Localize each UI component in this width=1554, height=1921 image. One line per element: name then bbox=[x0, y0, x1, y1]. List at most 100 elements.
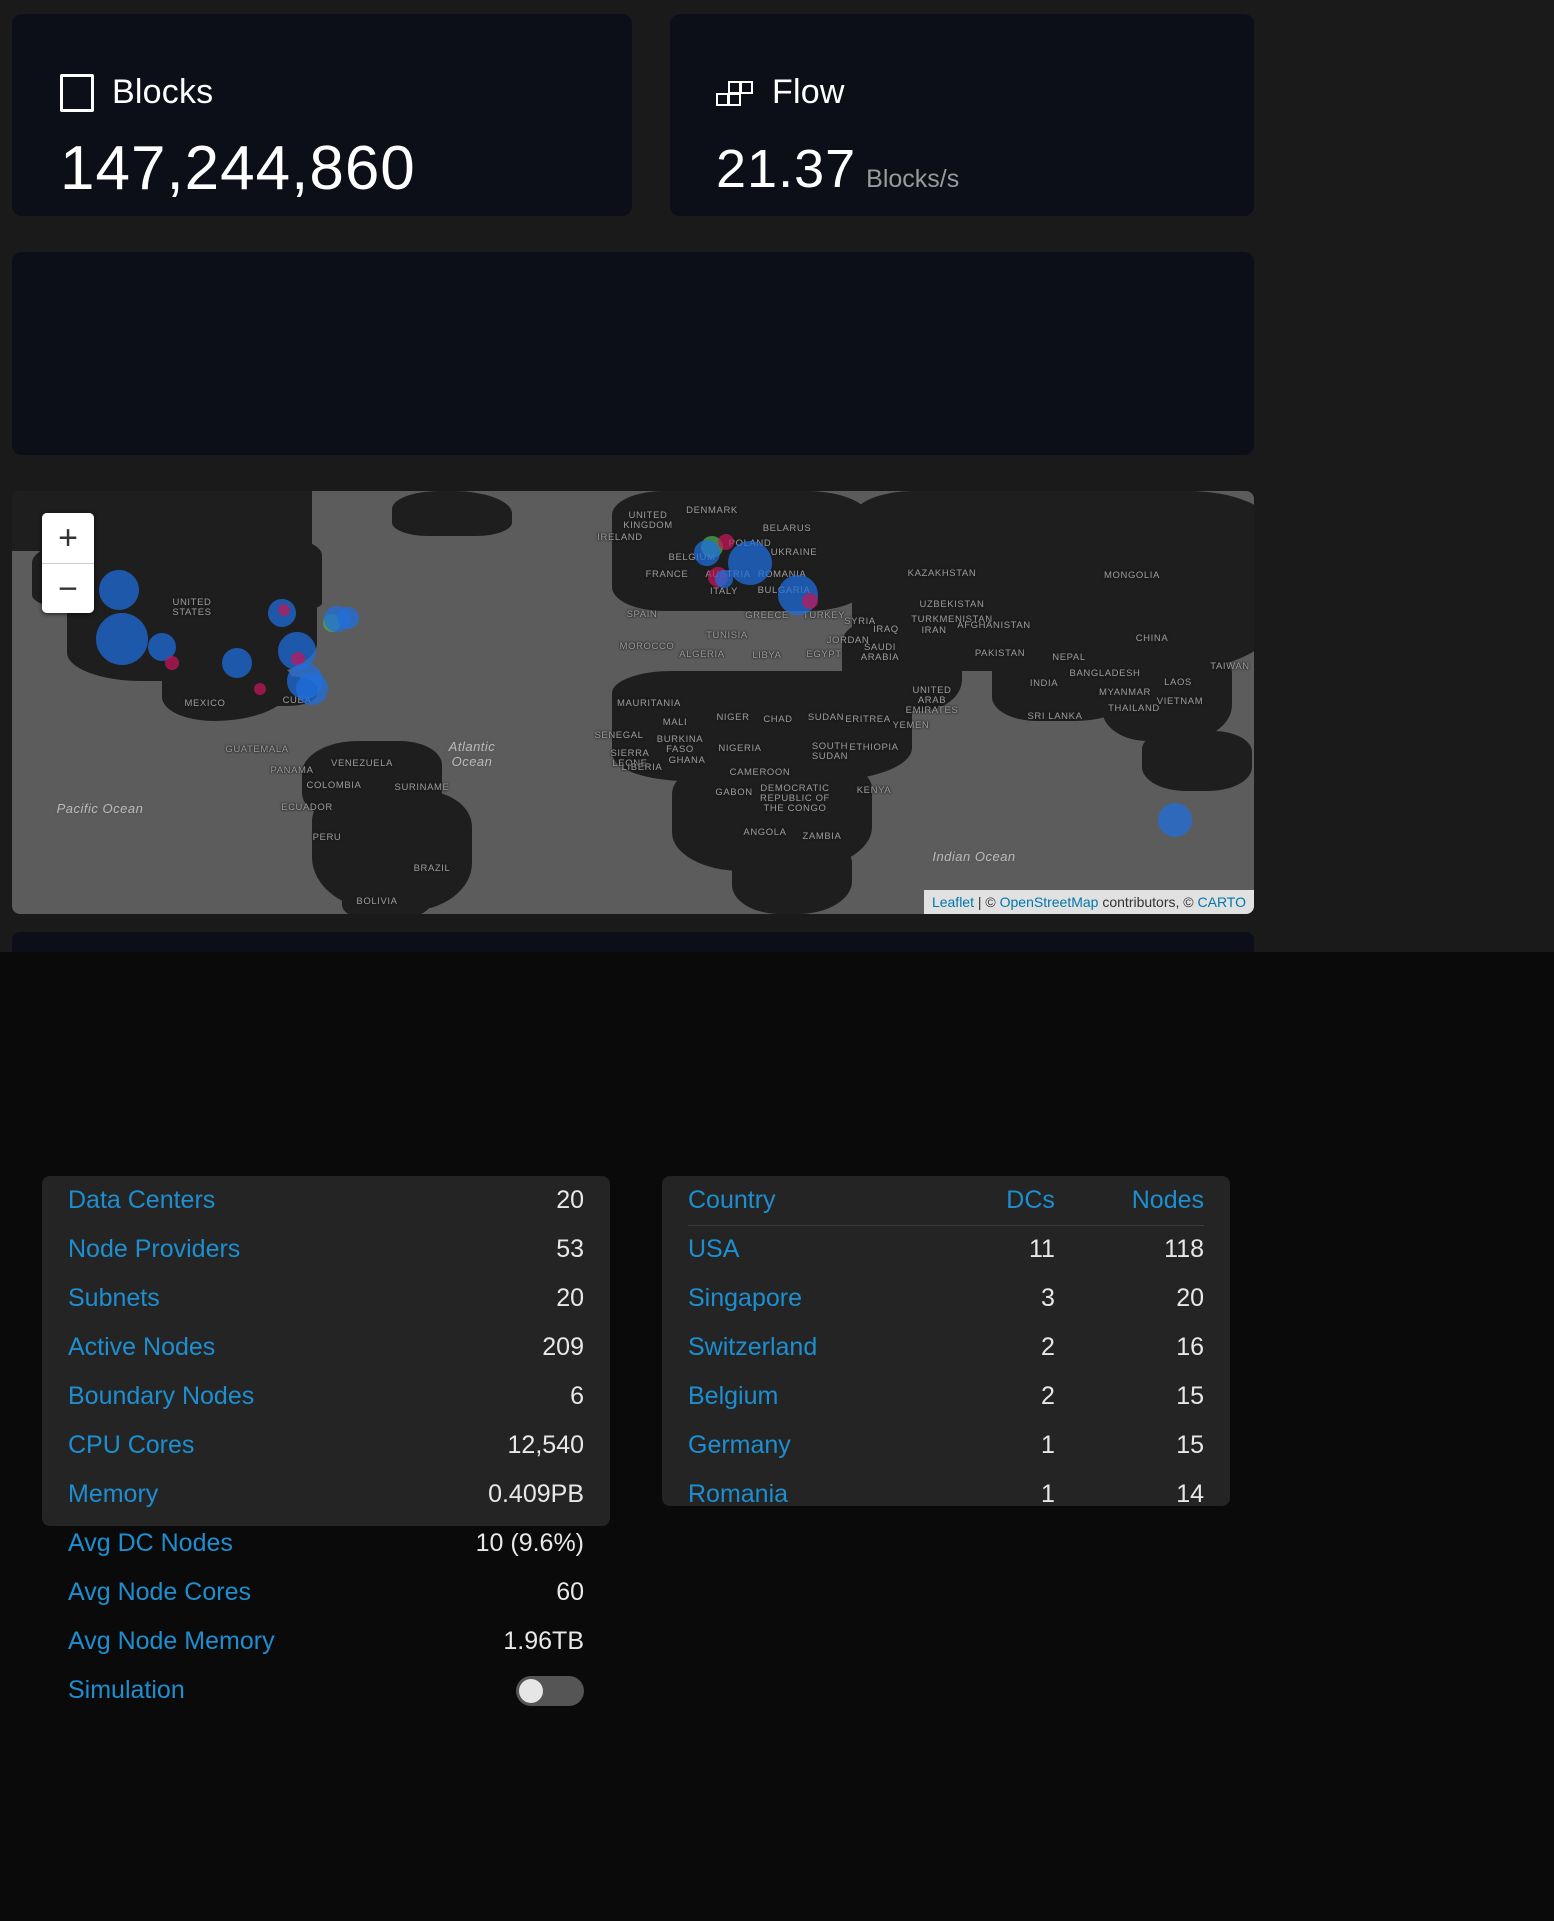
stat-label[interactable]: Memory bbox=[68, 1480, 158, 1509]
map-country-label: UZBEKISTAN bbox=[919, 599, 985, 610]
country-nodes-cell: 15 bbox=[1176, 1382, 1204, 1410]
simulation-toggle[interactable] bbox=[516, 1675, 584, 1706]
map-country-label: PERU bbox=[312, 832, 342, 843]
country-table-row: Germany 1 15 bbox=[688, 1421, 1204, 1470]
map-ocean-label: Atlantic Ocean bbox=[448, 739, 496, 769]
stat-value: 20 bbox=[556, 1186, 584, 1214]
stat-row: Data Centers 20 bbox=[68, 1176, 584, 1225]
country-col-header[interactable]: Country bbox=[688, 1176, 955, 1225]
country-name-cell[interactable]: Germany bbox=[688, 1421, 955, 1470]
simulation-row[interactable]: Simulation bbox=[68, 1666, 584, 1715]
stat-label[interactable]: Data Centers bbox=[68, 1186, 215, 1215]
map-country-label: DENMARK bbox=[686, 505, 738, 516]
map-landmass bbox=[732, 841, 852, 914]
map-node-marker[interactable] bbox=[694, 540, 720, 566]
map-node-marker[interactable] bbox=[96, 613, 148, 665]
map-landmass bbox=[392, 491, 512, 536]
map-country-label: CAMEROON bbox=[729, 767, 791, 778]
country-table: Country DCs Nodes USA 11 118 Singapore 3 20 Sw… bbox=[688, 1176, 1204, 1519]
map-ocean-label: Indian Ocean bbox=[932, 849, 1016, 864]
nodes-col-header[interactable]: Nodes bbox=[1055, 1176, 1204, 1225]
country-name-cell[interactable]: Romania bbox=[688, 1470, 955, 1519]
carto-link[interactable]: CARTO bbox=[1198, 894, 1247, 910]
map-country-label: SPAIN bbox=[626, 609, 658, 620]
flow-card-header: Flow bbox=[716, 73, 845, 112]
map-node-marker[interactable] bbox=[715, 570, 733, 588]
country-table-row: Romania 1 14 bbox=[688, 1470, 1204, 1519]
map-node-marker[interactable] bbox=[278, 604, 290, 616]
country-name-cell[interactable]: Singapore bbox=[688, 1274, 955, 1323]
stat-row: Boundary Nodes 6 bbox=[68, 1372, 584, 1421]
map-country-label: KENYA bbox=[856, 785, 892, 796]
map-landmass bbox=[1142, 731, 1252, 791]
attr-mid: contributors, © bbox=[1098, 894, 1198, 910]
map-country-label: TAIWAN bbox=[1210, 661, 1250, 672]
country-nodes-cell: 118 bbox=[1164, 1235, 1204, 1264]
map-country-label: SRI LANKA bbox=[1027, 711, 1083, 722]
map-country-label: BOLIVIA bbox=[356, 896, 398, 907]
country-table-row: Switzerland 2 16 bbox=[688, 1323, 1204, 1372]
map-country-label: ZAMBIA bbox=[802, 831, 842, 842]
stat-row: Active Nodes 209 bbox=[68, 1323, 584, 1372]
stat-label[interactable]: Avg DC Nodes bbox=[68, 1529, 233, 1558]
stat-label[interactable]: Avg Node Memory bbox=[68, 1627, 275, 1656]
country-name-cell[interactable]: Switzerland bbox=[688, 1323, 955, 1372]
map-node-marker[interactable] bbox=[296, 673, 328, 705]
openstreetmap-link[interactable]: OpenStreetMap bbox=[1000, 894, 1099, 910]
map-country-label: BELARUS bbox=[762, 523, 812, 534]
map-country-label: GUATEMALA bbox=[225, 744, 289, 755]
map-country-label: BRAZIL bbox=[413, 863, 451, 874]
country-name-cell[interactable]: Belgium bbox=[688, 1372, 955, 1421]
country-dcs-cell: 2 bbox=[1040, 1333, 1055, 1361]
country-name-cell[interactable]: USA bbox=[688, 1225, 955, 1274]
map-attribution: Leaflet | © OpenStreetMap contributors, … bbox=[923, 890, 1254, 914]
map-zoom-controls[interactable]: + − bbox=[42, 513, 94, 613]
stat-label[interactable]: Avg Node Cores bbox=[68, 1578, 251, 1607]
map-node-marker[interactable] bbox=[718, 534, 734, 550]
map-country-label: NEPAL bbox=[1052, 652, 1086, 663]
map-country-label: LAOS bbox=[1164, 677, 1192, 688]
stat-label[interactable]: CPU Cores bbox=[68, 1431, 194, 1460]
stat-value: 53 bbox=[556, 1235, 584, 1263]
blocks-value: 147,244,860 bbox=[60, 134, 416, 203]
stat-label[interactable]: Active Nodes bbox=[68, 1333, 215, 1362]
stat-row: CPU Cores 12,540 bbox=[68, 1421, 584, 1470]
dcs-col-header[interactable]: DCs bbox=[955, 1176, 1055, 1225]
map-node-marker[interactable] bbox=[802, 593, 818, 609]
map-country-label: MEXICO bbox=[184, 698, 226, 709]
map-node-marker[interactable] bbox=[1158, 803, 1192, 837]
world-map[interactable]: UNITED KINGDOMIRELANDDENMARKBELARUSPOLAN… bbox=[12, 491, 1254, 914]
map-node-marker[interactable] bbox=[337, 607, 359, 629]
stat-label[interactable]: Subnets bbox=[68, 1284, 160, 1313]
map-node-marker[interactable] bbox=[165, 656, 179, 670]
map-country-label: IRELAND bbox=[597, 532, 643, 543]
country-nodes-cell: 15 bbox=[1176, 1431, 1204, 1459]
map-zoom-out-button[interactable]: − bbox=[42, 563, 94, 613]
stat-label[interactable]: Boundary Nodes bbox=[68, 1382, 254, 1411]
map-node-marker[interactable] bbox=[254, 683, 266, 695]
dashboard-root: Blocks 147,244,860 Flow 21.37 Blocks/s S… bbox=[0, 0, 1554, 1921]
map-node-marker[interactable] bbox=[99, 570, 139, 610]
leaflet-link[interactable]: Leaflet bbox=[932, 894, 974, 910]
stat-row: Subnets 20 bbox=[68, 1274, 584, 1323]
map-node-marker[interactable] bbox=[728, 541, 772, 585]
blocks-icon bbox=[60, 73, 94, 112]
map-country-label: NIGERIA bbox=[718, 743, 762, 754]
stat-row: Avg Node Cores 60 bbox=[68, 1568, 584, 1617]
map-country-label: UNITED STATES bbox=[172, 597, 212, 618]
country-table-row: Singapore 3 20 bbox=[688, 1274, 1204, 1323]
map-node-marker[interactable] bbox=[222, 648, 252, 678]
blocks-card-header: Blocks bbox=[60, 73, 213, 112]
country-dcs-cell: 3 bbox=[1040, 1284, 1055, 1312]
country-dcs-cell: 2 bbox=[1040, 1382, 1055, 1410]
map-country-label: VENEZUELA bbox=[331, 758, 393, 769]
country-table-panel: Country DCs Nodes USA 11 118 Singapore 3 20 Sw… bbox=[662, 1176, 1230, 1508]
stat-label[interactable]: Node Providers bbox=[68, 1235, 240, 1264]
map-country-label: SURINAME bbox=[394, 782, 450, 793]
simulation-label: Simulation bbox=[68, 1676, 185, 1704]
map-country-label: COLOMBIA bbox=[306, 780, 362, 791]
stat-value: 60 bbox=[556, 1578, 584, 1606]
map-zoom-in-button[interactable]: + bbox=[42, 513, 94, 563]
blocks-card-title: Blocks bbox=[112, 73, 214, 111]
country-table-body: USA 11 118 Singapore 3 20 Switzerland 2 16 Belgiu… bbox=[688, 1225, 1204, 1519]
